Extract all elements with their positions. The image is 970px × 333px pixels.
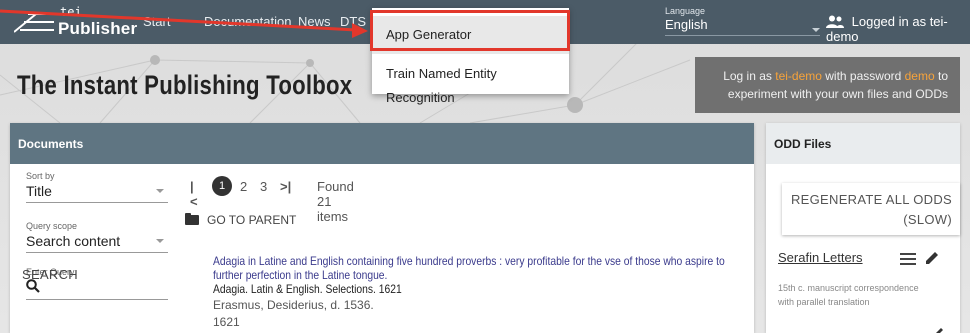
edit-pencil-icon[interactable] bbox=[934, 326, 946, 333]
found-count: Found 21 items bbox=[317, 179, 354, 224]
user-status-label: Logged in as tei-demo bbox=[826, 14, 948, 44]
login-hint-suffix: to bbox=[934, 69, 948, 83]
folder-icon bbox=[185, 213, 199, 225]
sort-by-label: Sort by bbox=[26, 171, 55, 181]
go-to-parent-label: GO TO PARENT bbox=[207, 213, 297, 227]
logo-mark-icon bbox=[14, 13, 54, 33]
documents-panel: Documents Sort by Title Query scope Sear… bbox=[10, 123, 754, 333]
go-to-parent[interactable]: GO TO PARENT bbox=[185, 213, 296, 227]
login-hint-line2: experiment with your own files and ODDs bbox=[727, 87, 948, 101]
page-title: The Instant Publishing Toolbox bbox=[17, 70, 353, 100]
login-hint-line1: Log in as tei-demo with password demo to bbox=[695, 67, 948, 85]
document-title-line2[interactable]: further perfection in the Latine tongue. bbox=[213, 268, 729, 282]
page-3-button[interactable]: 3 bbox=[260, 179, 267, 194]
menu-item-train-ner[interactable]: Train Named Entity Recognition bbox=[372, 62, 569, 105]
odd-file-description: 15th c. manuscript correspondence with p… bbox=[778, 281, 953, 309]
chevron-down-icon bbox=[156, 189, 164, 193]
query-scope-select[interactable]: Query scope Search content bbox=[26, 221, 168, 253]
nav-start[interactable]: Start bbox=[143, 14, 170, 29]
document-author: Erasmus, Desiderius, d. 1536. bbox=[213, 298, 374, 312]
login-hint-password: demo bbox=[904, 69, 935, 83]
search-button[interactable]: SEARCH bbox=[22, 267, 78, 282]
language-value[interactable]: English bbox=[665, 17, 820, 36]
document-title-line1[interactable]: Adagia in Latine and English containing … bbox=[213, 254, 729, 268]
sort-by-value[interactable]: Title bbox=[26, 181, 168, 203]
highlight-box bbox=[370, 10, 570, 51]
login-hint-box: Log in as tei-demo with password demo to… bbox=[695, 57, 960, 113]
sort-by-select[interactable]: Sort by Title bbox=[26, 171, 168, 203]
regenerate-all-odds-button[interactable]: REGENERATE ALL ODDS (SLOW) bbox=[782, 183, 960, 235]
nav-news[interactable]: News bbox=[298, 14, 331, 29]
document-subtitle: Adagia. Latin & English. Selections. 162… bbox=[213, 282, 402, 296]
login-hint-prefix: Log in as bbox=[723, 69, 776, 83]
login-hint-mid: with password bbox=[821, 69, 905, 83]
user-status[interactable]: Logged in as tei-demo bbox=[826, 14, 970, 44]
odd-file-link[interactable]: Serafin Letters bbox=[778, 250, 863, 265]
nav-dts[interactable]: DTS bbox=[340, 14, 366, 29]
chevron-down-icon bbox=[156, 239, 164, 243]
nav-documentation[interactable]: Documentation bbox=[204, 14, 291, 29]
language-label: Language bbox=[665, 6, 706, 16]
odd-description-line1: 15th c. manuscript correspondence bbox=[778, 283, 919, 293]
edit-pencil-icon[interactable] bbox=[924, 250, 940, 266]
menu-icon[interactable] bbox=[900, 253, 916, 265]
language-select[interactable]: Language English bbox=[665, 6, 820, 36]
logo-tei-text: tei bbox=[60, 5, 82, 19]
document-year: 1621 bbox=[213, 315, 240, 329]
chevron-down-icon bbox=[812, 28, 820, 32]
documents-header: Documents bbox=[10, 123, 754, 164]
query-scope-value[interactable]: Search content bbox=[26, 231, 168, 253]
logo-publisher-text: Publisher bbox=[58, 19, 138, 38]
regenerate-label-line1: REGENERATE ALL ODDS bbox=[790, 192, 952, 207]
list-item: Adagia in Latine and English containing … bbox=[213, 254, 733, 329]
odd-files-header: ODD Files bbox=[766, 123, 960, 164]
first-page-button[interactable]: |< bbox=[190, 179, 198, 209]
page-2-button[interactable]: 2 bbox=[240, 179, 247, 194]
odd-files-panel: ODD Files REGENERATE ALL ODDS (SLOW) Ser… bbox=[766, 123, 960, 333]
tei-publisher-logo[interactable]: tei Publisher bbox=[14, 5, 138, 40]
query-scope-label: Query scope bbox=[26, 221, 78, 231]
users-icon bbox=[826, 15, 844, 28]
login-hint-user: tei-demo bbox=[775, 69, 822, 83]
page-1-button[interactable]: 1 bbox=[212, 176, 232, 196]
last-page-button[interactable]: >| bbox=[280, 179, 291, 194]
odd-description-line2: with parallel translation bbox=[778, 297, 870, 307]
regenerate-label-line2: (SLOW) bbox=[903, 212, 952, 227]
